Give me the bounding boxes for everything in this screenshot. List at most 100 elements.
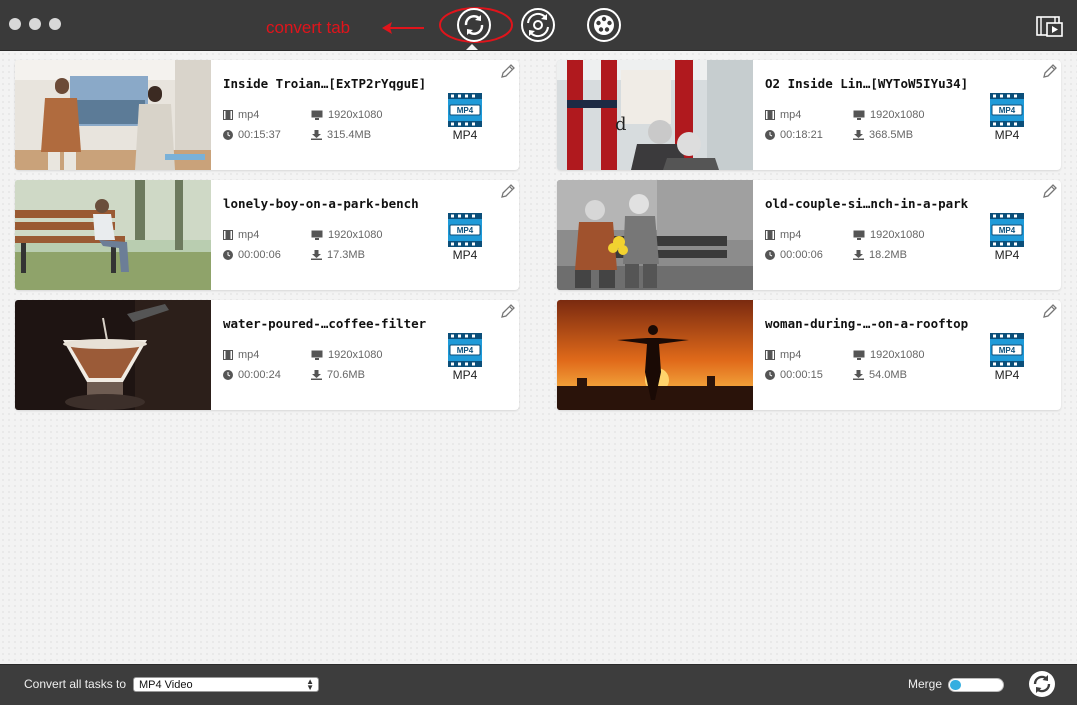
duration: 00:00:24 (223, 369, 281, 381)
duration: 00:18:21 (765, 129, 823, 141)
download-icon (311, 130, 322, 140)
task-card[interactable]: woman-during-…-on-a-rooftop mp4 1920x108… (557, 300, 1061, 410)
resolution: 1920x1080 (311, 229, 382, 241)
rip-tab-icon[interactable] (520, 7, 556, 43)
task-card[interactable]: lonely-boy-on-a-park-bench mp4 1920x1080… (15, 180, 519, 290)
output-format-value: MP4 Video (139, 679, 193, 691)
edit-pencil-icon[interactable] (1041, 302, 1059, 320)
duration: 00:00:06 (765, 249, 823, 261)
resolution: 1920x1080 (853, 229, 924, 241)
monitor-icon (853, 230, 865, 240)
active-tab-indicator (466, 44, 478, 50)
film-icon (765, 350, 775, 360)
task-title: old-couple-si…nch-in-a-park (765, 196, 969, 211)
resolution: 1920x1080 (311, 109, 382, 121)
task-title: lonely-boy-on-a-park-bench (223, 196, 419, 211)
video-thumbnail (557, 180, 753, 290)
download-icon (311, 250, 322, 260)
film-icon (223, 350, 233, 360)
download-icon (853, 130, 864, 140)
task-card[interactable]: water-poured-…coffee-filter mp4 1920x108… (15, 300, 519, 410)
film-icon (223, 230, 233, 240)
file-size: 315.4MB (311, 129, 371, 141)
file-size: 70.6MB (311, 369, 365, 381)
duration: 00:00:15 (765, 369, 823, 381)
clock-icon (223, 250, 233, 260)
source-format: mp4 (223, 229, 259, 241)
monitor-icon (311, 350, 323, 360)
target-format-label: MP4 (994, 368, 1020, 382)
video-thumbnail (15, 60, 211, 170)
svg-text:MP4: MP4 (999, 346, 1016, 355)
film-icon (765, 230, 775, 240)
task-card[interactable]: Inside Troian…[ExTP2rYqguE] mp4 1920x108… (15, 60, 519, 170)
edit-pencil-icon[interactable] (499, 182, 517, 200)
target-format-label: MP4 (452, 368, 478, 382)
title-bar: convert tab (0, 0, 1077, 51)
output-format-select[interactable]: MP4 Video ▲ ▼ (133, 677, 319, 692)
video-thumbnail: d (557, 60, 753, 170)
convert-tab-icon[interactable] (456, 7, 492, 43)
video-thumbnail (15, 300, 211, 410)
merge-toggle[interactable] (948, 678, 1004, 692)
file-size: 18.2MB (853, 249, 907, 261)
task-card[interactable]: old-couple-si…nch-in-a-park mp4 1920x108… (557, 180, 1061, 290)
task-title: woman-during-…-on-a-rooftop (765, 316, 969, 331)
source-format: mp4 (223, 349, 259, 361)
target-format-label: MP4 (452, 248, 478, 262)
film-icon (223, 110, 233, 120)
target-format-label: MP4 (994, 128, 1020, 142)
clock-icon (223, 130, 233, 140)
edit-pencil-icon[interactable] (499, 302, 517, 320)
clock-icon (765, 250, 775, 260)
task-title: water-poured-…coffee-filter (223, 316, 427, 331)
clock-icon (765, 130, 775, 140)
download-icon (853, 370, 864, 380)
resolution: 1920x1080 (311, 349, 382, 361)
monitor-icon (311, 110, 323, 120)
svg-text:MP4: MP4 (999, 226, 1016, 235)
monitor-icon (853, 110, 865, 120)
task-card[interactable]: d O2 Inside Lin…[WYToW5IYu34] mp4 1920x1… (557, 60, 1061, 170)
film-icon (765, 110, 775, 120)
file-size: 54.0MB (853, 369, 907, 381)
source-format: mp4 (765, 349, 801, 361)
merge-label: Merge (908, 677, 943, 691)
resolution: 1920x1080 (853, 109, 924, 121)
source-format: mp4 (765, 109, 801, 121)
mp4-format-icon[interactable]: MP4 (447, 212, 483, 248)
edit-pencil-icon[interactable] (1041, 62, 1059, 80)
bottom-bar: Convert all tasks to MP4 Video ▲ ▼ Merge (0, 664, 1077, 705)
svg-text:d: d (615, 114, 627, 135)
mp4-format-icon[interactable]: MP4 (447, 92, 483, 128)
svg-text:MP4: MP4 (999, 106, 1016, 115)
convert-all-button[interactable] (1027, 669, 1057, 699)
zoom-window-button[interactable] (49, 18, 61, 30)
clock-icon (223, 370, 233, 380)
mp4-format-icon[interactable]: MP4 (989, 92, 1025, 128)
monitor-icon (311, 230, 323, 240)
toolbox-tab-icon[interactable] (586, 7, 622, 43)
svg-text:MP4: MP4 (457, 106, 474, 115)
annotation-label: convert tab (266, 18, 351, 37)
media-browser-icon[interactable] (1035, 13, 1065, 39)
mp4-format-icon[interactable]: MP4 (989, 332, 1025, 368)
close-window-button[interactable] (9, 18, 21, 30)
edit-pencil-icon[interactable] (1041, 182, 1059, 200)
minimize-window-button[interactable] (29, 18, 41, 30)
edit-pencil-icon[interactable] (499, 62, 517, 80)
clock-icon (765, 370, 775, 380)
convert-all-label: Convert all tasks to (24, 677, 127, 691)
download-icon (853, 250, 864, 260)
video-thumbnail (557, 300, 753, 410)
duration: 00:00:06 (223, 249, 281, 261)
resolution: 1920x1080 (853, 349, 924, 361)
video-thumbnail (15, 180, 211, 290)
mp4-format-icon[interactable]: MP4 (989, 212, 1025, 248)
merge-toggle-knob (950, 680, 961, 690)
source-format: mp4 (765, 229, 801, 241)
download-icon (311, 370, 322, 380)
task-title: Inside Troian…[ExTP2rYqguE] (223, 76, 427, 91)
svg-text:MP4: MP4 (457, 346, 474, 355)
mp4-format-icon[interactable]: MP4 (447, 332, 483, 368)
